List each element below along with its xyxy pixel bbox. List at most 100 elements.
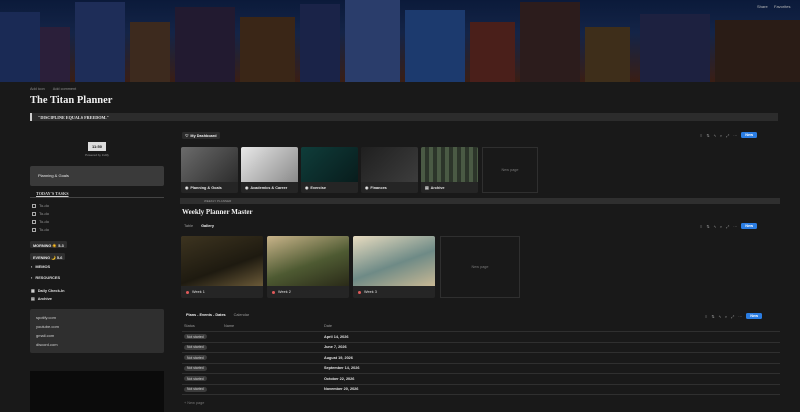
week-card-1[interactable]: Week 1 (181, 236, 263, 298)
sort-icon[interactable]: ⇅ (706, 133, 709, 138)
link-discord[interactable]: discord.com (36, 342, 58, 347)
row-name[interactable] (222, 342, 322, 353)
memos-link[interactable]: ▪ MEMOS (31, 264, 50, 269)
table-row[interactable]: Not started September 14, 2026 (182, 363, 780, 374)
column-name[interactable]: Name (222, 321, 322, 332)
filter-icon[interactable]: ≡ (705, 314, 707, 319)
status-badge[interactable]: Not started (184, 386, 207, 392)
row-name[interactable] (222, 373, 322, 385)
new-button[interactable]: New (741, 132, 758, 138)
row-date[interactable]: November 20, 2026 (322, 384, 780, 395)
checkbox[interactable] (32, 227, 36, 232)
dashboard-card-academics[interactable]: ◉ Academics & Career (241, 147, 298, 193)
add-comment-button[interactable]: Add comment (53, 87, 76, 91)
todo-item[interactable]: To-do (32, 219, 49, 224)
status-badge[interactable]: Not started (184, 365, 207, 371)
sort-icon[interactable]: ⇅ (706, 224, 709, 229)
row-date[interactable]: August 19, 2026 (322, 352, 780, 364)
row-date[interactable]: October 22, 2026 (322, 373, 780, 385)
nav-card-label: Planning & Goals (38, 173, 69, 178)
card-label: Week 3 (358, 290, 377, 294)
row-name[interactable] (222, 384, 322, 395)
table-row[interactable]: Not started June 7, 2026 (182, 342, 780, 353)
todo-item[interactable]: To-do (32, 211, 49, 216)
row-name[interactable] (222, 363, 322, 374)
expand-icon[interactable]: ⤢ (726, 133, 729, 138)
tab-plans-events[interactable]: Plans - Events - Dates (186, 313, 226, 317)
more-icon[interactable]: ⋯ (733, 133, 737, 138)
status-dot-icon (186, 290, 189, 294)
week-card-3[interactable]: Week 3 (353, 236, 435, 298)
evening-routine-link[interactable]: EVENING 🌙 5-6 (30, 253, 66, 260)
nav-card-planning[interactable]: Planning & Goals (30, 166, 164, 186)
quick-links-box: spotify.com youtube.com gmail.com discor… (30, 309, 164, 353)
cover-banner: Share Favorites (0, 0, 800, 82)
status-badge[interactable]: Not started (184, 344, 207, 350)
status-badge[interactable]: Not started (184, 355, 207, 361)
row-date[interactable]: June 7, 2026 (322, 342, 780, 353)
expand-icon[interactable]: ⤢ (731, 314, 734, 319)
tab-my-dashboard[interactable]: ♡ My Dashboard (182, 132, 220, 139)
search-icon[interactable]: ⌕ (720, 133, 722, 138)
link-gmail[interactable]: gmail.com (36, 333, 54, 338)
events-new-page[interactable]: + New page (184, 401, 204, 405)
tab-gallery[interactable]: Gallery (201, 224, 214, 228)
quote-text: "DISCIPLINE EQUALS FREEDOM." (38, 114, 109, 120)
resources-link[interactable]: ▪ RESOURCES (31, 275, 60, 280)
link-youtube[interactable]: youtube.com (36, 324, 59, 329)
archive-link[interactable]: ▤ Archive (31, 296, 52, 301)
week-card-2[interactable]: Week 2 (267, 236, 349, 298)
daily-checkin-link[interactable]: ▦ Daily Check-In (31, 288, 65, 293)
sort-icon[interactable]: ⇅ (711, 314, 714, 319)
row-name[interactable] (222, 331, 322, 343)
dashboard-card-archive[interactable]: ▤ Archive (421, 147, 478, 193)
new-button[interactable]: New (746, 313, 763, 319)
todo-label: To-do (39, 219, 50, 224)
dashboard-card-planning[interactable]: ◉ Planning & Goals (181, 147, 238, 193)
row-date[interactable]: April 14, 2026 (322, 331, 780, 343)
lightning-icon[interactable]: ϟ (714, 133, 716, 138)
dashboard-card-exercise[interactable]: ◉ Exercise (301, 147, 358, 193)
archive-label: Archive (37, 296, 52, 301)
status-badge[interactable]: Not started (184, 334, 207, 340)
lightning-icon[interactable]: ϟ (714, 224, 716, 229)
dashboard-new-page[interactable]: New page (482, 147, 538, 193)
search-icon[interactable]: ⌕ (725, 314, 727, 319)
row-name[interactable] (222, 352, 322, 364)
column-date[interactable]: Date (322, 321, 780, 332)
table-row[interactable]: Not started October 22, 2026 (182, 373, 780, 385)
status-badge[interactable]: Not started (184, 376, 207, 382)
card-cover (353, 236, 435, 286)
table-row[interactable]: Not started November 20, 2026 (182, 384, 780, 395)
more-icon[interactable]: ⋯ (738, 314, 742, 319)
search-icon[interactable]: ⌕ (720, 224, 722, 229)
weekly-toolbar: ≡ ⇅ ϟ ⌕ ⤢ ⋯ New (700, 223, 758, 229)
expand-icon[interactable]: ⤢ (726, 224, 729, 229)
weekly-new-page[interactable]: New page (440, 236, 520, 298)
link-spotify[interactable]: spotify.com (36, 315, 56, 320)
new-page-label: New page (501, 168, 519, 172)
dashboard-card-finances[interactable]: ◉ Finances (361, 147, 418, 193)
lightning-icon[interactable]: ϟ (719, 314, 721, 319)
tab-calendar[interactable]: Calendar (234, 313, 249, 317)
table-row[interactable]: Not started April 14, 2026 (182, 331, 780, 343)
filter-icon[interactable]: ≡ (700, 133, 702, 138)
new-button[interactable]: New (741, 223, 758, 229)
favorites-button[interactable]: Favorites (774, 4, 790, 9)
column-status[interactable]: Status (182, 321, 222, 332)
more-icon[interactable]: ⋯ (733, 224, 737, 229)
table-row[interactable]: Not started August 19, 2026 (182, 352, 780, 364)
checkbox[interactable] (32, 203, 36, 208)
checkbox[interactable] (32, 211, 36, 216)
todo-item[interactable]: To-do (32, 227, 49, 232)
share-button[interactable]: Share (757, 4, 768, 9)
filter-icon[interactable]: ≡ (700, 224, 702, 229)
checkbox[interactable] (32, 219, 36, 224)
morning-routine-link[interactable]: MORNING ☀️ 5-3 (30, 241, 67, 248)
new-page-label: New page (471, 265, 489, 269)
page-icon: ◉ (365, 186, 369, 190)
add-icon-button[interactable]: Add icon (30, 87, 45, 91)
row-date[interactable]: September 14, 2026 (322, 363, 780, 374)
todo-item[interactable]: To-do (32, 203, 49, 208)
tab-table[interactable]: Table (184, 224, 193, 228)
